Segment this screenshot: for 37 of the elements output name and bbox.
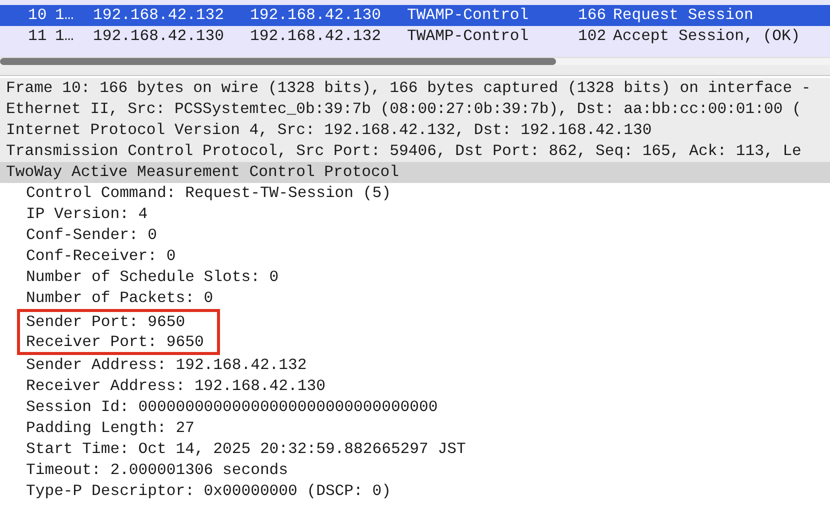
tree-item[interactable]: Session Id: 00000000000000000000000000000000 <box>0 397 830 418</box>
tree-item[interactable]: Transmission Control Protocol, Src Port: 59406, Dst Port: 862, Seq: 165, Ack: 113, Le <box>0 141 830 162</box>
tree-item[interactable]: Number of Packets: 0 <box>0 288 830 309</box>
tree-item[interactable]: Receiver Address: 192.168.42.130 <box>0 376 830 397</box>
tree-item[interactable]: Frame 10: 166 bytes on wire (1328 bits), 166 bytes captured (1328 bits) on interface - <box>0 78 830 99</box>
tree-item[interactable]: Internet Protocol Version 4, Src: 192.168.42.132, Dst: 192.168.42.130 <box>0 120 830 141</box>
tree-item[interactable]: Start Time: Oct 14, 2025 20:32:59.882665297 JST <box>0 439 830 460</box>
tree-item[interactable]: Number of Schedule Slots: 0 <box>0 267 830 288</box>
tree-item[interactable]: Conf-Receiver: 0 <box>0 246 830 267</box>
packet-no-cell: 10 <box>28 6 47 24</box>
packet-info-cell: Accept Session, (OK) <box>613 27 800 45</box>
tree-item[interactable]: Padding Length: 27 <box>0 418 830 439</box>
packet-length-cell: 166 <box>578 6 606 24</box>
tree-item[interactable]: Conf-Sender: 0 <box>0 225 830 246</box>
packet-length-cell: 102 <box>578 27 606 45</box>
tree-item[interactable]: Receiver Port: 9650 <box>20 332 217 352</box>
horizontal-scrollbar[interactable] <box>0 57 830 65</box>
packet-time-cell: 1… <box>55 27 74 45</box>
packet-row[interactable]: 11 1… 192.168.42.130 192.168.42.132 TWAMP-Control 102 Accept Session, (OK) <box>0 26 830 47</box>
packet-no-cell: 11 <box>28 27 47 45</box>
tree-item[interactable]: Sender Port: 9650 <box>20 312 217 332</box>
packet-protocol-cell: TWAMP-Control <box>407 27 529 45</box>
tree-item[interactable]: Control Command: Request-TW-Session (5) <box>0 183 830 204</box>
tree-item[interactable]: Ethernet II, Src: PCSSystemtec_0b:39:7b (08:00:27:0b:39:7b), Dst: aa:bb:cc:00:01:00 ( <box>0 99 830 120</box>
packet-time-cell: 1… <box>55 6 74 24</box>
tree-item[interactable]: Sender Address: 192.168.42.132 <box>0 355 830 376</box>
packet-row[interactable]: 10 1… 192.168.42.132 192.168.42.130 TWAMP-Control 166 Request Session <box>0 5 830 26</box>
packet-source-cell: 192.168.42.130 <box>93 27 224 45</box>
tree-item[interactable]: IP Version: 4 <box>0 204 830 225</box>
packet-destination-cell: 192.168.42.132 <box>250 27 382 45</box>
tree-item[interactable]: Type-P Descriptor: 0x00000000 (DSCP: 0) <box>0 481 830 502</box>
packet-source-cell: 192.168.42.132 <box>93 6 224 24</box>
tree-item[interactable]: TwoWay Active Measurement Control Protocol <box>0 162 830 183</box>
tree-item[interactable]: Timeout: 2.000001306 seconds <box>0 460 830 481</box>
packet-destination-cell: 192.168.42.130 <box>250 6 382 24</box>
packet-protocol-cell: TWAMP-Control <box>407 6 529 24</box>
packet-info-cell: Request Session <box>613 6 754 24</box>
